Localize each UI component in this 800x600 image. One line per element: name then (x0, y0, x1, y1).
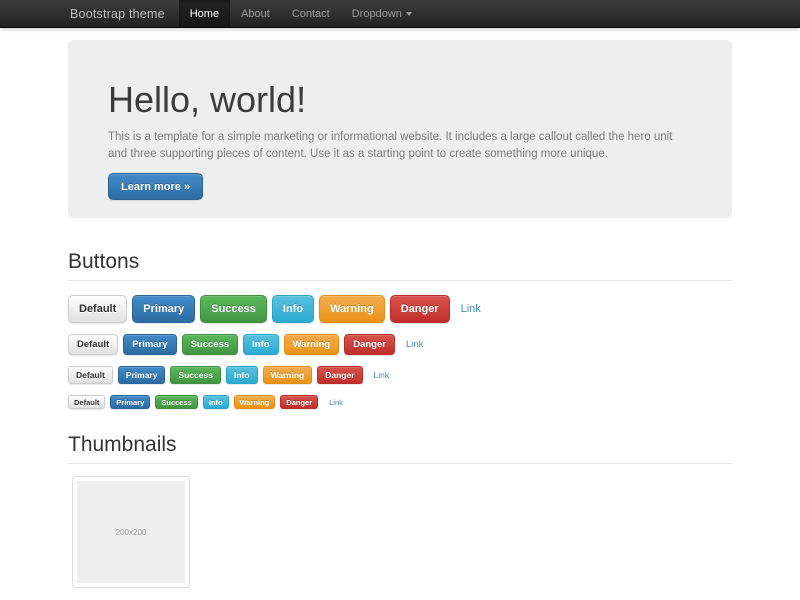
warning-button-md[interactable]: Warning (284, 334, 340, 355)
nav-item-dropdown[interactable]: Dropdown (341, 0, 423, 27)
caret-down-icon (406, 12, 412, 16)
success-button-xs[interactable]: Success (155, 395, 197, 409)
primary-button-xs[interactable]: Primary (110, 395, 150, 409)
nav-item-contact[interactable]: Contact (281, 0, 341, 27)
primary-button-lg[interactable]: Primary (132, 295, 195, 323)
buttons-section-title: Buttons (68, 250, 732, 274)
default-button-sm[interactable]: Default (68, 366, 113, 384)
link-button-sm[interactable]: Link (374, 370, 390, 380)
thumbnail-placeholder-image: 200x200 (77, 481, 185, 583)
learn-more-button[interactable]: Learn more » (108, 173, 203, 200)
warning-button-xs[interactable]: Warning (234, 395, 276, 409)
danger-button-lg[interactable]: Danger (390, 295, 450, 323)
main-content: Hello, world! This is a template for a s… (68, 40, 732, 588)
nav-item-label: Contact (292, 8, 330, 20)
section-divider (68, 463, 732, 464)
danger-button-md[interactable]: Danger (344, 334, 395, 355)
success-button-sm[interactable]: Success (170, 366, 221, 384)
thumbnails-section-title: Thumbnails (68, 433, 732, 457)
nav-item-label: Home (190, 8, 219, 20)
link-button-lg[interactable]: Link (461, 303, 481, 315)
info-button-md[interactable]: Info (243, 334, 278, 355)
danger-button-xs[interactable]: Danger (280, 395, 318, 409)
nav-item-label: About (241, 8, 270, 20)
primary-button-sm[interactable]: Primary (118, 366, 166, 384)
button-row-xs: Default Primary Success Info Warning Danger Li… (68, 395, 732, 409)
button-row-lg: DefaultPrimarySuccessInfoWarningDanger Li… (68, 295, 732, 323)
success-button-lg[interactable]: Success (200, 295, 267, 323)
hero-unit: Hello, world! This is a template for a s… (68, 40, 732, 218)
button-rows: DefaultPrimarySuccessInfoWarningDangerLi… (68, 295, 732, 409)
navbar-brand[interactable]: Bootstrap theme (68, 0, 179, 27)
button-row-sm: Default PrimarySuccess Info WarningDanger Li… (68, 366, 732, 384)
warning-button-sm[interactable]: Warning (263, 366, 313, 384)
thumbnail[interactable]: 200x200 (72, 476, 190, 588)
default-button-xs[interactable]: Default (68, 395, 105, 409)
info-button-sm[interactable]: Info (226, 366, 258, 384)
section-divider (68, 280, 732, 281)
hero-description: This is a template for a simple marketin… (108, 129, 692, 163)
nav-item-about[interactable]: About (230, 0, 281, 27)
success-button-md[interactable]: Success (182, 334, 239, 355)
info-button-xs[interactable]: Info (203, 395, 229, 409)
navbar-nav: Home About Contact Dropdown (179, 0, 423, 27)
nav-item-label: Dropdown (352, 8, 402, 20)
warning-button-lg[interactable]: Warning (319, 295, 385, 323)
info-button-lg[interactable]: Info (272, 295, 314, 323)
primary-button-md[interactable]: Primary (123, 334, 176, 355)
nav-item-home[interactable]: Home (179, 0, 230, 27)
danger-button-sm[interactable]: Danger (317, 366, 362, 384)
link-button-md[interactable]: Link (406, 339, 423, 350)
default-button-lg[interactable]: Default (68, 295, 127, 323)
default-button-md[interactable]: Default (68, 334, 118, 355)
link-button-xs[interactable]: Link (329, 398, 343, 407)
hero-title: Hello, world! (108, 78, 692, 121)
navbar: Bootstrap theme Home About Contact Dropdown (0, 0, 800, 28)
button-row-md: DefaultPrimary SuccessInfo WarningDanger Li… (68, 334, 732, 355)
